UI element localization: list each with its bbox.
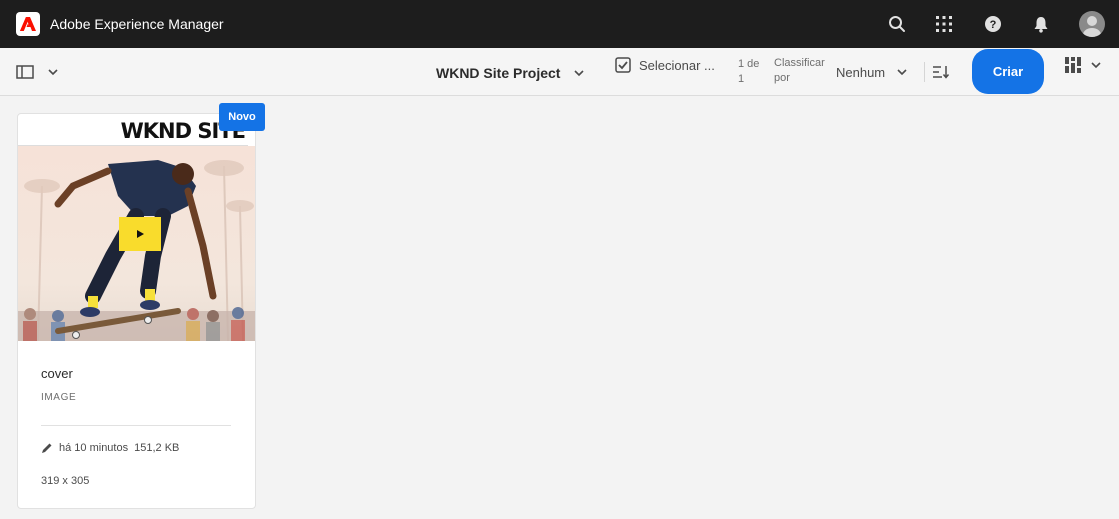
chevron-down-icon (48, 68, 58, 75)
page-count: 1 de 1 (738, 58, 760, 85)
play-button[interactable] (119, 217, 161, 251)
view-switcher[interactable] (1065, 56, 1101, 74)
asset-type: IMAGE (41, 392, 77, 403)
new-badge: Novo (219, 103, 265, 131)
app-title[interactable]: Adobe Experience Manager (50, 16, 224, 32)
asset-card[interactable]: WKND SITE cover IMAGE há 10 minutos 151,… (17, 113, 256, 509)
asset-meta: há 10 minutos 151,2 KB (41, 442, 179, 454)
select-button[interactable]: Selecionar ... (615, 56, 715, 74)
help-icon[interactable]: ? (981, 12, 1005, 36)
asset-title: cover (41, 366, 73, 381)
sort-value: Nenhum (836, 64, 886, 80)
svg-text:?: ? (990, 19, 997, 31)
sort-direction-button[interactable] (932, 63, 950, 81)
asset-dimensions: 319 x 305 (41, 475, 90, 487)
play-icon (137, 230, 144, 238)
sort-order-icon (933, 66, 950, 79)
shell-header: Adobe Experience Manager ? (0, 0, 1119, 48)
chevron-down-icon (1091, 61, 1101, 68)
chevron-down-icon (897, 68, 907, 75)
sort-label: Classificar por (774, 57, 825, 84)
create-button[interactable]: Criar (972, 49, 1044, 94)
side-panel-icon (16, 65, 34, 79)
modified-time: há 10 minutos (59, 442, 129, 454)
search-icon[interactable] (885, 12, 909, 36)
user-avatar[interactable] (1079, 11, 1105, 37)
pencil-icon (42, 443, 52, 453)
rail-toggle-button[interactable] (16, 62, 58, 82)
divider (924, 62, 925, 82)
bell-icon[interactable] (1029, 12, 1053, 36)
card-divider (41, 425, 231, 426)
sort-select[interactable]: Nenhum (836, 63, 907, 81)
chevron-down-icon (574, 69, 585, 76)
project-title-dropdown[interactable]: WKND Site Project (436, 63, 585, 83)
adobe-logo-icon[interactable] (16, 12, 40, 36)
checkbox-icon (615, 57, 631, 73)
card-view-icon (1065, 57, 1081, 73)
select-label: Selecionar ... (639, 57, 715, 73)
app-grid-icon[interactable] (932, 12, 956, 36)
asset-thumbnail[interactable]: WKND SITE (18, 114, 255, 341)
file-size: 151,2 KB (134, 442, 180, 454)
action-bar: WKND Site Project Selecionar ... 1 de 1 … (0, 48, 1119, 96)
project-title: WKND Site Project (436, 65, 561, 81)
